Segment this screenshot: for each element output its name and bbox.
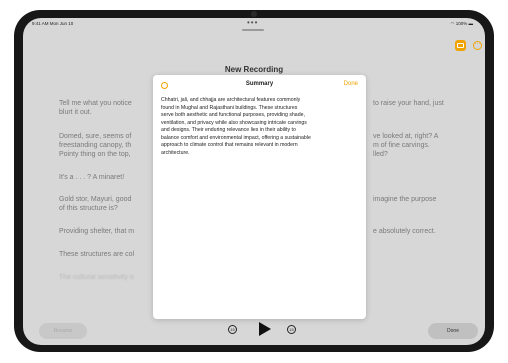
battery-label: 100% (455, 21, 468, 26)
play-icon[interactable] (259, 322, 271, 336)
transcript-line: Pointy thing on the top, (59, 151, 131, 158)
transcript-line: Tell me what you notice (59, 100, 132, 107)
transcript-line-right: lled? (373, 151, 388, 158)
summary-line: found in Mughal and Rajasthani buildings… (161, 104, 298, 111)
transcript-line-right: ve looked at, right? A (373, 133, 439, 140)
summary-done-button[interactable]: Done (344, 81, 358, 87)
transcript-line: The cultural sensitivity o (59, 274, 134, 281)
transcript-line: It's a . . . ? A minaret! (59, 174, 125, 181)
summary-line: ventilation, and privacy while also show… (161, 119, 307, 126)
summary-line: approach to climate control that remains… (161, 142, 298, 148)
summary-line: serve both aesthetic and functional purp… (161, 112, 305, 118)
summary-text: Chhatri, jali, and chhajja are architect… (161, 97, 361, 157)
front-camera (251, 11, 257, 17)
screen: 9:41 AM Mon Jun 10 ••• ◠ 100% ▬ ··· New … (23, 18, 485, 345)
transcript-line: These structures are col (59, 251, 135, 258)
status-battery: ◠ 100% ▬ (451, 21, 473, 27)
skip-back-icon[interactable]: 15 (228, 325, 237, 334)
status-time: 9:41 AM Mon Jun 10 (32, 21, 74, 26)
recording-title: New Recording (224, 65, 284, 74)
summary-title: Summary (245, 81, 274, 87)
transcript-line: of this structure is? (59, 205, 118, 212)
more-options-icon[interactable]: ··· (473, 41, 482, 50)
transcript-line: blurt it out. (59, 109, 92, 116)
sheet-grabber[interactable] (242, 29, 264, 31)
transcript-line: freestanding canopy, th (59, 142, 132, 149)
resume-button[interactable]: Resume (39, 323, 87, 339)
summary-line: balance comfort and environmental impact… (161, 134, 311, 141)
skip-forward-icon[interactable]: 15 (287, 325, 296, 334)
summary-line: architecture. (161, 149, 190, 156)
done-button[interactable]: Done (428, 323, 478, 339)
summary-line: and designs. Their enduring relevance li… (161, 127, 296, 133)
summary-line: Chhatri, jali, and chhajja are architect… (161, 97, 301, 103)
transcript-line-right: to raise your hand, just (373, 100, 444, 107)
transcript-line-right: m of fine carvings. (373, 142, 430, 149)
transcript-line-right: e absolutely correct. (373, 228, 436, 235)
battery-icon: ▬ (468, 21, 474, 26)
multitask-dots[interactable]: ••• (247, 18, 258, 27)
transcript-line: Providing shelter, that m (59, 228, 135, 235)
transcript-line-right: imagine the purpose (373, 196, 437, 203)
transcript-icon[interactable] (455, 40, 466, 51)
summary-sheet: Summary Done Chhatri, jali, and chhajja … (153, 75, 366, 319)
wifi-icon: ◠ (450, 21, 455, 26)
ipad-frame: 9:41 AM Mon Jun 10 ••• ◠ 100% ▬ ··· New … (14, 10, 494, 352)
transcript-line: Gold stor, Mayuri, good (59, 196, 132, 203)
transcript-line: Domed, sure, seems of (59, 133, 132, 140)
